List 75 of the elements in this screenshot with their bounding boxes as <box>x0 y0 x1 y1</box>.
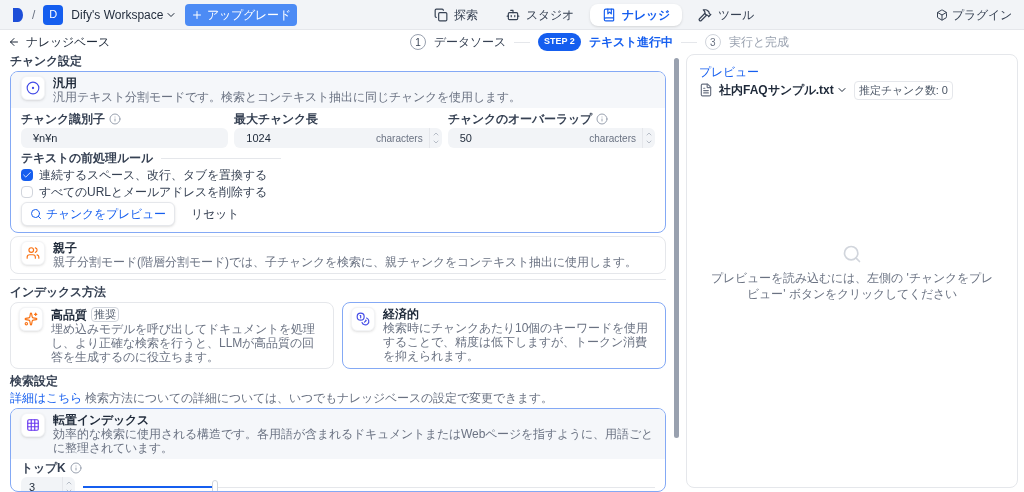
top-k-field[interactable]: 3 <box>21 477 75 491</box>
mode-title: 親子 <box>53 241 78 255</box>
mode-description: 汎用テキスト分割モードです。検索とコンテキスト抽出に同じチャンクを使用します。 <box>53 90 521 104</box>
mode-description: 親子分割モード(階層分割モード)では、子チャンクを検索に、親チャンクをコンテキスト抽出に使用します。 <box>53 255 637 269</box>
checkbox-label: 連続するスペース、改行、タブを置換する <box>39 168 267 182</box>
logo-icon[interactable] <box>12 6 24 23</box>
index-option-card[interactable]: 経済的 検索時にチャンクあたり10個のキーワードを使用することで、精度は低下しますが、トークン消費を抑えられます。 <box>342 302 666 369</box>
preview-label: プレビュー <box>699 64 760 81</box>
checkbox-label: すべてのURLとメールアドレスを削除する <box>39 185 267 199</box>
reset-button[interactable]: リセット <box>187 205 243 223</box>
squares-icon <box>434 7 448 22</box>
empty-message: プレビューを読み込むには、左側の 'チャンクをプレビュー' ボタンをクリックしてください <box>710 270 994 303</box>
mode-card[interactable]: 親子 親子分割モード(階層分割モード)では、子チャンクを検索に、親チャンクをコンテキスト抽出に使用します。 <box>10 236 666 274</box>
scrollbar[interactable] <box>673 58 679 438</box>
method-description: 効率的な検索に使用される構造です。各用語が含まれるドキュメントまたはWebページを指すように、用語ごとに整理されています。 <box>53 427 655 455</box>
document-icon <box>699 83 713 98</box>
mode-title: 汎用 <box>53 76 78 90</box>
nav-tab[interactable]: 探索 <box>422 3 490 26</box>
workspace-selector[interactable]: Dify's Workspace <box>71 5 178 24</box>
option-title: 経済的 <box>383 307 419 321</box>
checkbox[interactable] <box>21 186 33 198</box>
section-title: チャンク設定 <box>10 54 83 68</box>
field-label: チャンク識別子 <box>21 112 105 126</box>
target-icon <box>26 81 40 95</box>
hammer-icon <box>698 7 712 22</box>
plus-icon <box>191 8 204 21</box>
unit-label: characters <box>375 131 424 146</box>
number-field[interactable]: ¥n¥n <box>21 128 229 148</box>
book-icon <box>602 7 616 22</box>
number-field[interactable]: 1024 characters <box>234 128 442 148</box>
section-title: インデックス方法 <box>10 285 107 299</box>
mode-card[interactable]: 汎用 汎用テキスト分割モードです。検索とコンテキスト抽出に同じチャンクを使用します。 チャンク識別子 ¥n¥n 最大チャンク長 1024 characters チャンクのオーバーラップ 50 characters テキストの前処理ルール 連続するスペース、改行、タブを置換する すべてのURLとメールアドレスを削除する チャンクをプレビュー リセット <box>10 71 666 233</box>
rules-title: テキストの前処理ルール <box>21 151 153 165</box>
step-label: テキスト進行中 <box>588 34 673 51</box>
breadcrumb-separator: / <box>32 6 36 24</box>
grid-icon <box>26 418 40 432</box>
robot-icon <box>506 7 520 22</box>
plugins-button[interactable]: プラグイン <box>936 5 1012 24</box>
section-title: 検索設定 <box>10 374 59 388</box>
sparkle-icon <box>24 312 38 326</box>
nav-tab[interactable]: スタジオ <box>494 3 586 26</box>
recommended-tag: 推奨 <box>91 307 119 322</box>
chunk-count-badge: 推定チャンク数: 0 <box>853 81 953 100</box>
slider-track[interactable] <box>83 480 655 491</box>
step-marker: STEP 2 <box>538 33 581 51</box>
coins-icon <box>356 312 370 326</box>
workspace-avatar: D <box>43 4 64 25</box>
help-icon <box>69 462 82 474</box>
nav-tab[interactable]: ナレッジ <box>590 3 682 26</box>
field-label: トップK <box>21 461 66 475</box>
step-label: 実行と完成 <box>728 34 789 51</box>
retrieval-note: 詳細はこちら 検索方法についての詳細については、いつでもナレッジベースの設定で変更できます。 <box>10 391 555 405</box>
unit-label: characters <box>589 131 637 146</box>
field-label: チャンクのオーバーラップ <box>447 112 592 126</box>
number-field[interactable]: 50 characters <box>447 128 655 148</box>
preview-chunks-button[interactable]: チャンクをプレビュー <box>21 202 175 226</box>
nav-tab[interactable]: ツール <box>686 3 766 26</box>
step-label: データソース <box>434 34 506 51</box>
people-icon <box>26 246 40 260</box>
back-arrow-icon <box>8 36 20 48</box>
cube-icon <box>936 8 948 21</box>
search-icon <box>30 208 42 220</box>
option-description: 検索時にチャンクあたり10個のキーワードを使用することで、精度は低下しますが、トークン消費を抑えられます。 <box>383 321 650 363</box>
back-button[interactable]: ナレッジベース <box>8 33 110 51</box>
details-link[interactable]: 詳細はこちら <box>10 391 82 405</box>
method-title: 転置インデックス <box>53 413 150 427</box>
option-description: 埋め込みモデルを呼び出してドキュメントを処理し、より正確な検索を行うと、LLMが高品質の回答を生成するのに役立ちます。 <box>51 322 316 364</box>
file-selector[interactable]: 社内FAQサンプル.txt <box>719 81 848 100</box>
checkbox[interactable] <box>21 169 33 181</box>
slider-thumb[interactable] <box>211 480 218 491</box>
index-option-card[interactable]: 高品質 推奨 埋め込みモデルを呼び出してドキュメントを処理し、より正確な検索を行うと、LLMが高品質の回答を生成するのに役立ちます。 <box>10 302 334 369</box>
search-icon <box>842 244 862 265</box>
retrieval-card[interactable]: 転置インデックス 効率的な検索に使用される構造です。各用語が含まれるドキュメントまたはWebページを指すように、用語ごとに整理されています。 トップK 3 <box>10 408 666 492</box>
option-title: 高品質 <box>51 307 87 322</box>
field-label: 最大チャンク長 <box>234 112 319 126</box>
